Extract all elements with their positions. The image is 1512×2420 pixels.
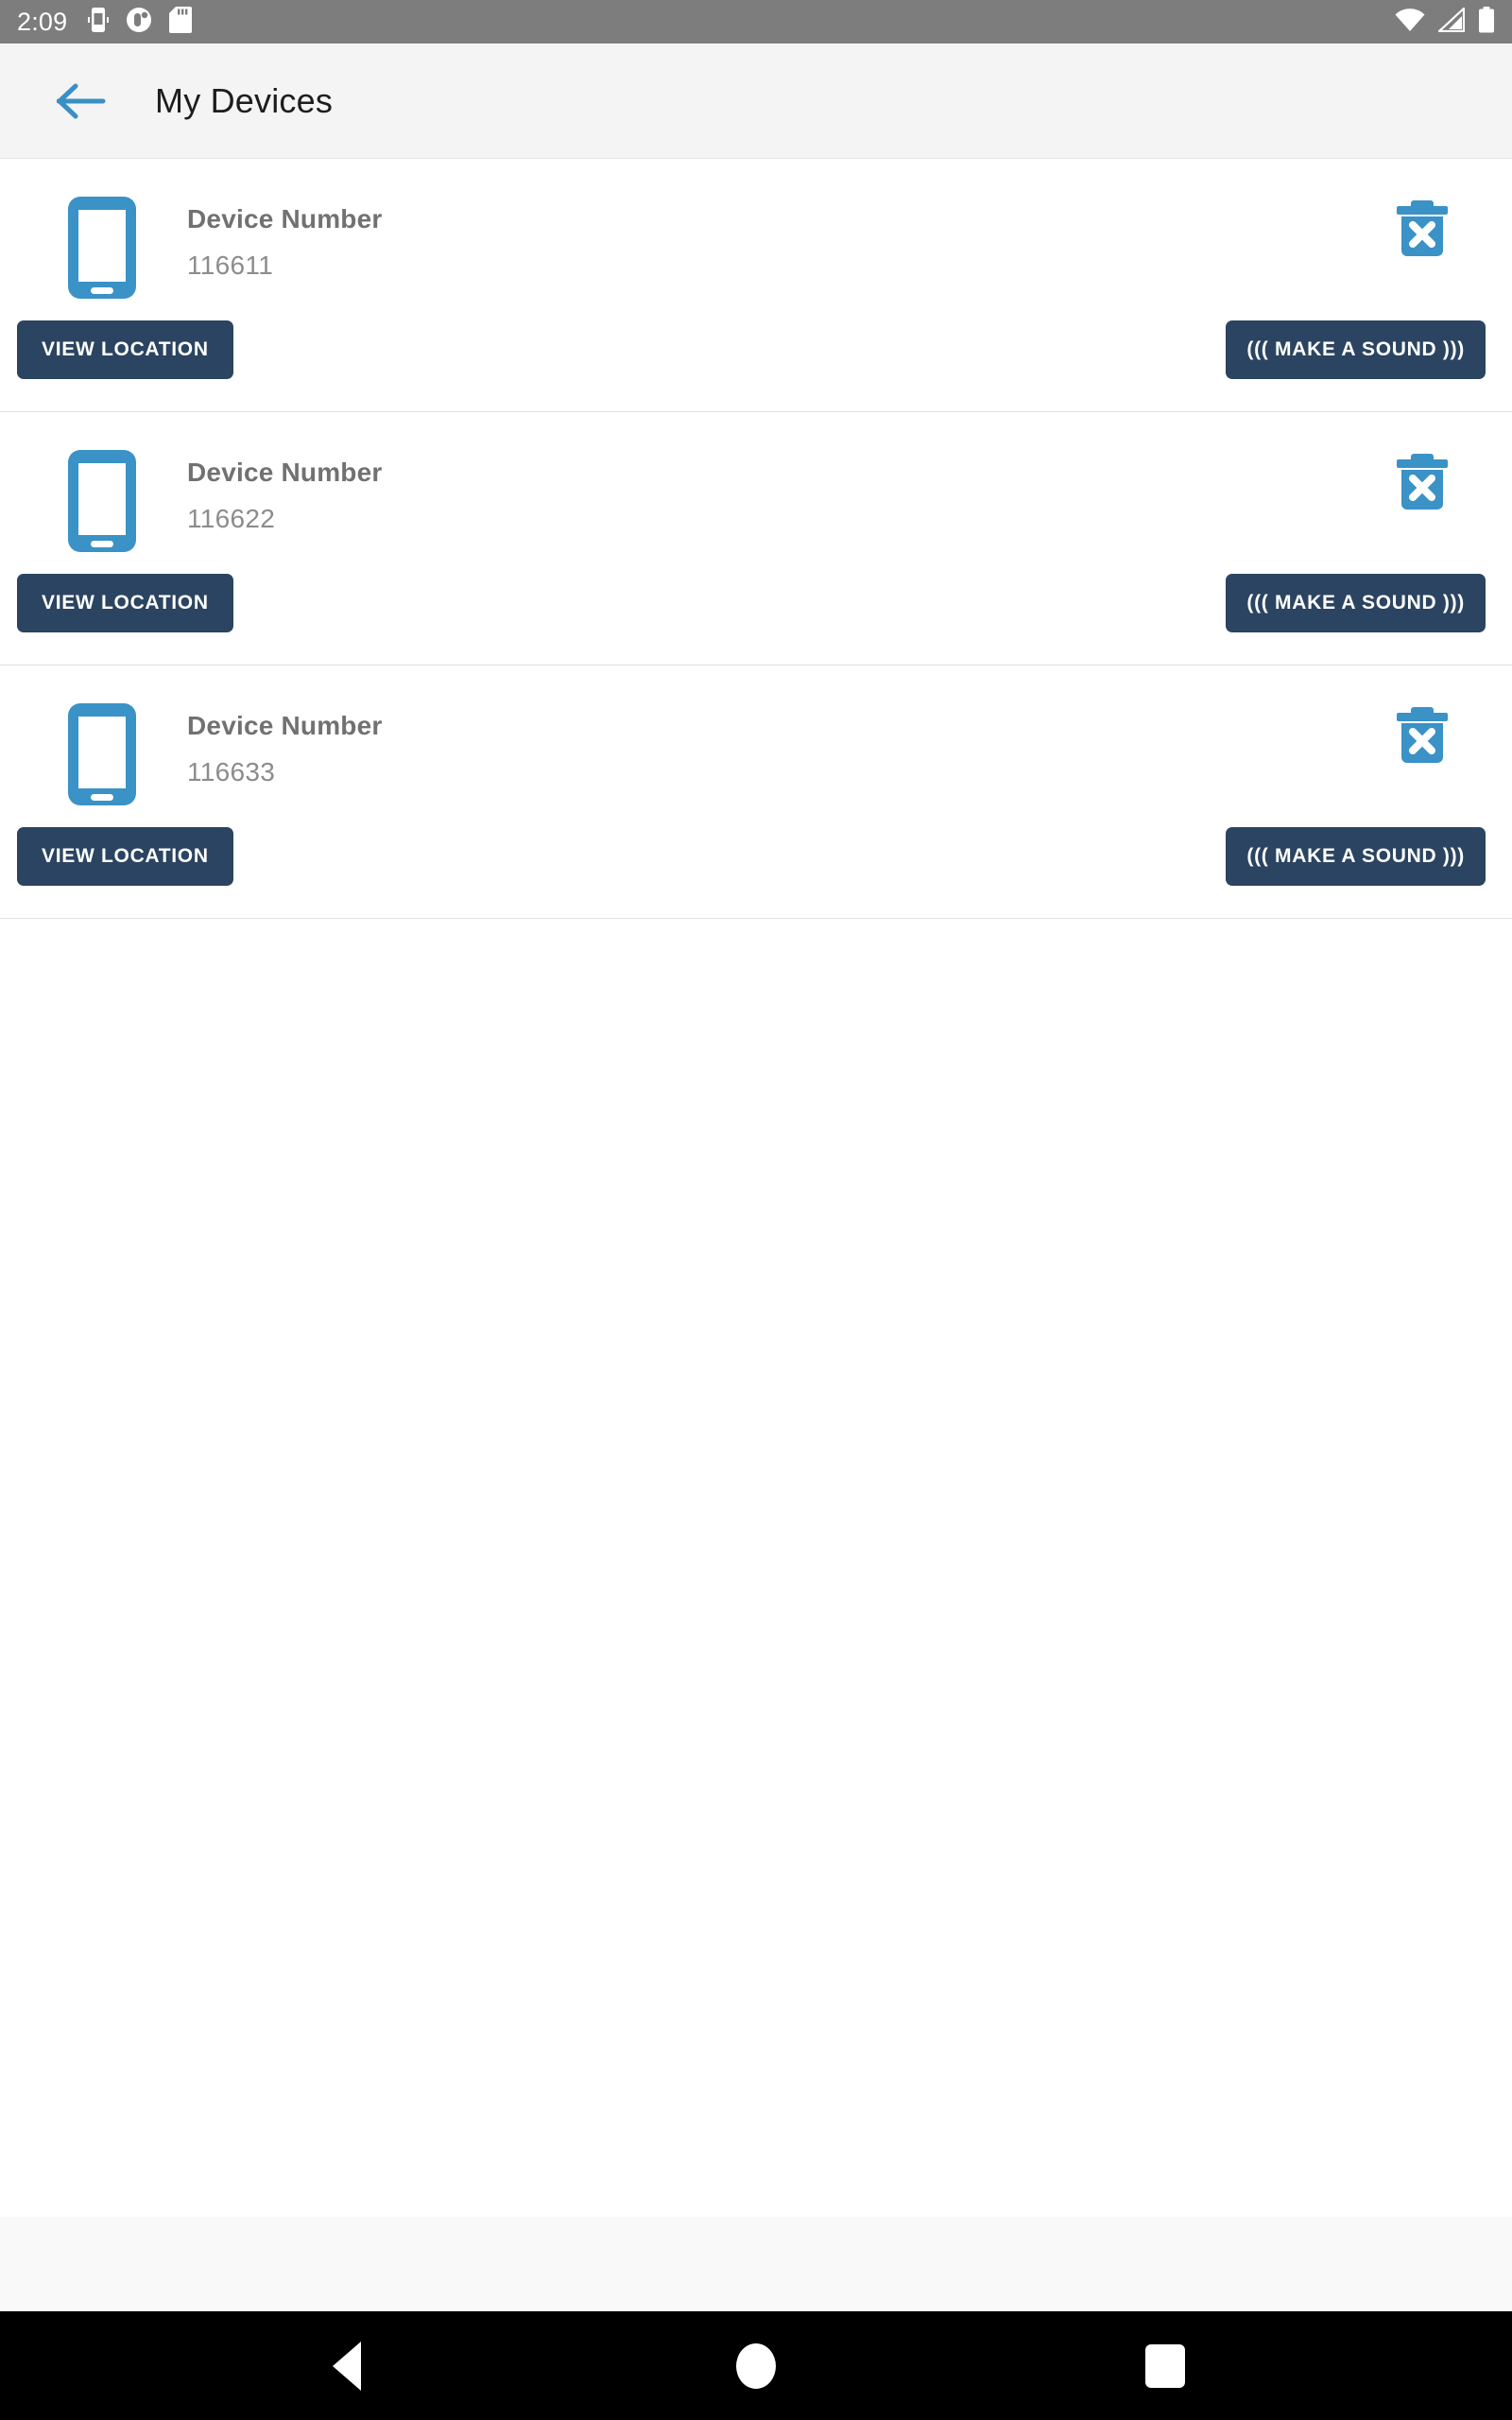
device-card: Device Number 116633 VIEW LOCATION ((( M… (0, 666, 1512, 919)
device-info: Device Number 116622 (187, 442, 1389, 535)
status-bar: 2:09 (0, 0, 1512, 43)
view-location-button[interactable]: VIEW LOCATION (17, 320, 233, 379)
smartphone-icon (66, 448, 138, 559)
make-a-sound-button[interactable]: ((( MAKE A SOUND ))) (1226, 827, 1486, 886)
device-number-value: 116622 (187, 504, 276, 533)
device-card: Device Number 116622 VIEW LOCATION ((( M… (0, 412, 1512, 666)
device-number-label: Device Number (187, 458, 383, 487)
status-bar-clock: 2:09 (17, 7, 68, 36)
do-not-disturb-icon (126, 7, 152, 38)
view-location-button[interactable]: VIEW LOCATION (17, 574, 233, 632)
nav-back-icon[interactable] (304, 2324, 389, 2409)
delete-trash-icon[interactable] (1389, 197, 1455, 263)
battery-icon (1478, 6, 1495, 38)
device-number-value: 116611 (187, 251, 274, 280)
device-number-label: Device Number (187, 204, 383, 233)
smartphone-icon (66, 195, 138, 305)
device-list: Device Number 116611 VIEW LOCATION ((( M… (0, 159, 1512, 919)
device-info: Device Number 116633 (187, 696, 1389, 788)
device-card-actions: VIEW LOCATION ((( MAKE A SOUND ))) (0, 812, 1512, 918)
cellular-signal-icon (1436, 5, 1466, 37)
device-number-value: 116633 (187, 757, 276, 786)
back-arrow-icon[interactable] (55, 75, 108, 128)
nav-home-icon[interactable] (713, 2324, 799, 2409)
empty-content-area (0, 919, 1512, 2217)
footer-band (0, 2217, 1512, 2311)
wifi-icon (1395, 8, 1425, 37)
page-title: My Devices (155, 80, 334, 120)
make-a-sound-button[interactable]: ((( MAKE A SOUND ))) (1226, 574, 1486, 632)
device-card-actions: VIEW LOCATION ((( MAKE A SOUND ))) (0, 305, 1512, 411)
device-card-header: Device Number 116622 (0, 412, 1512, 559)
vibrate-icon (88, 7, 110, 38)
device-card: Device Number 116611 VIEW LOCATION ((( M… (0, 159, 1512, 412)
status-bar-left-icons (88, 6, 193, 38)
android-nav-bar (0, 2311, 1512, 2420)
device-info: Device Number 116611 (187, 189, 1389, 282)
delete-trash-icon[interactable] (1389, 450, 1455, 516)
app-bar: My Devices (0, 43, 1512, 159)
device-number-label: Device Number (187, 711, 383, 740)
make-a-sound-button[interactable]: ((( MAKE A SOUND ))) (1226, 320, 1486, 379)
delete-trash-icon[interactable] (1389, 703, 1455, 769)
device-card-header: Device Number 116611 (0, 159, 1512, 305)
smartphone-icon (66, 701, 138, 812)
view-location-button[interactable]: VIEW LOCATION (17, 827, 233, 886)
status-bar-right-icons (1395, 5, 1495, 38)
device-card-header: Device Number 116633 (0, 666, 1512, 812)
sd-card-icon (169, 6, 193, 38)
nav-recents-icon[interactable] (1123, 2324, 1208, 2409)
device-card-actions: VIEW LOCATION ((( MAKE A SOUND ))) (0, 559, 1512, 665)
app-root: 2:09 My Devices Device Number 116611 VIE… (0, 0, 1512, 2420)
